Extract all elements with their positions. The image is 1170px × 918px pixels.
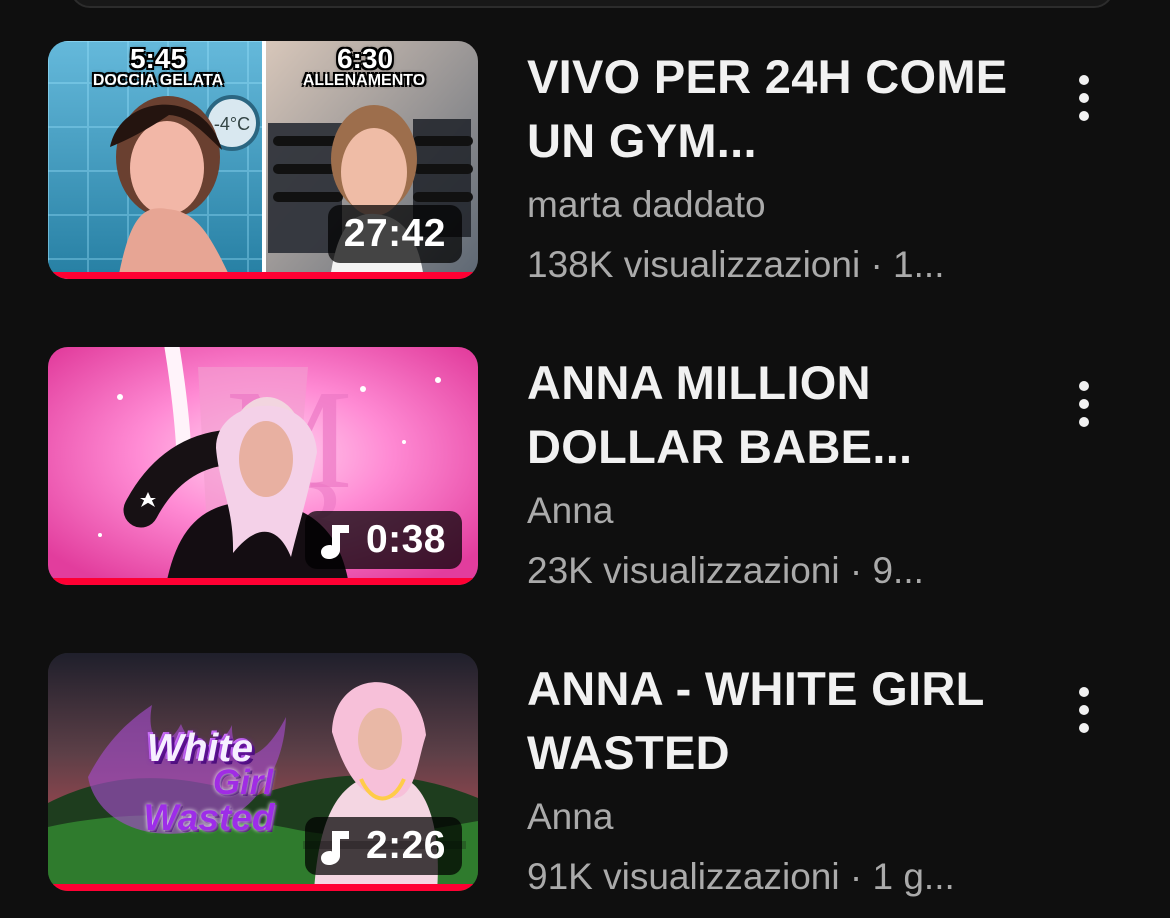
video-stats: 23K visualizzazioni · 9...	[527, 550, 924, 591]
video-meta: ANNA MILLION DOLLAR BABE... Anna 23K vis…	[527, 351, 1037, 603]
video-item-2[interactable]: M B 0:38 ANNA MILLION DOLLAR BABE...	[0, 347, 1170, 597]
watch-progress-bar	[48, 272, 478, 279]
thumb-right-caption: ALLENAMENTO	[302, 72, 426, 89]
channel-name[interactable]: Anna	[527, 483, 1037, 539]
thumb-right-time: 6:30	[336, 43, 394, 74]
menu-dot	[1079, 417, 1089, 427]
menu-dot	[1079, 687, 1089, 697]
duration-text: 0:38	[365, 518, 446, 561]
duration-badge: 0:38	[304, 511, 462, 569]
video-title[interactable]: ANNA - WHITE GIRL WASTED	[527, 657, 1037, 785]
menu-dot	[1079, 111, 1089, 121]
music-note-icon	[320, 525, 349, 559]
thumb-logo-line-3: Wasted	[143, 797, 275, 838]
more-vertical-icon[interactable]	[1065, 53, 1103, 143]
menu-dot	[1079, 723, 1089, 733]
menu-dot	[1079, 705, 1089, 715]
music-note-icon	[320, 831, 349, 865]
video-title[interactable]: ANNA MILLION DOLLAR BABE...	[527, 351, 1037, 479]
thumb-left-caption: DOCCIA GELATA	[92, 72, 224, 89]
duration-badge: 2:26	[304, 817, 462, 875]
video-stats: 91K visualizzazioni · 1 g...	[527, 856, 955, 897]
video-meta: ANNA - WHITE GIRL WASTED Anna 91K visual…	[527, 657, 1037, 909]
more-vertical-icon[interactable]	[1065, 665, 1103, 755]
top-partial-element	[70, 0, 1114, 8]
thumb-left-time: 5:45	[129, 43, 187, 74]
channel-name[interactable]: Anna	[527, 789, 1037, 845]
video-item-1[interactable]: -4°C 5:45 DOCCIA GELATA 6:30 ALLENAMENTO	[0, 41, 1170, 291]
duration-text: 27:42	[343, 212, 446, 255]
watch-progress-bar	[48, 884, 478, 891]
video-list-screen: -4°C 5:45 DOCCIA GELATA 6:30 ALLENAMENTO	[0, 0, 1170, 918]
menu-dot	[1079, 399, 1089, 409]
more-vertical-icon[interactable]	[1065, 359, 1103, 449]
video-thumbnail[interactable]: White Girl Wasted 2:26	[48, 653, 478, 891]
menu-dot	[1079, 93, 1089, 103]
video-thumbnail[interactable]: -4°C 5:45 DOCCIA GELATA 6:30 ALLENAMENTO	[48, 41, 478, 279]
thermostat-label: -4°C	[214, 114, 250, 134]
video-item-3[interactable]: White Girl Wasted 2:26 ANNA - WHITE GIRL…	[0, 653, 1170, 903]
video-title[interactable]: VIVO PER 24H COME UN GYM...	[527, 45, 1037, 173]
duration-text: 2:26	[365, 824, 446, 867]
video-thumbnail[interactable]: M B 0:38	[48, 347, 478, 585]
video-meta: VIVO PER 24H COME UN GYM... marta daddat…	[527, 45, 1037, 297]
video-stats: 138K visualizzazioni · 1...	[527, 244, 945, 285]
watch-progress-bar	[48, 578, 478, 585]
duration-badge: 27:42	[327, 205, 462, 263]
thumb-logo-line-2: Girl	[212, 763, 274, 802]
menu-dot	[1079, 75, 1089, 85]
menu-dot	[1079, 381, 1089, 391]
channel-name[interactable]: marta daddato	[527, 177, 1037, 233]
